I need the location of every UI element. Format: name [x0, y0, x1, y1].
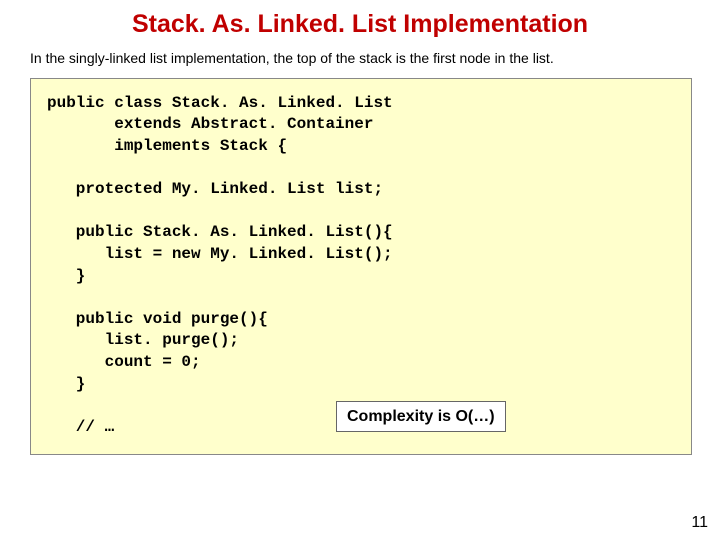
complexity-callout: Complexity is O(…) — [336, 401, 506, 433]
intro-text: In the singly-linked list implementation… — [30, 49, 690, 68]
code-block: public class Stack. As. Linked. List ext… — [30, 78, 692, 456]
code-text: public class Stack. As. Linked. List ext… — [47, 94, 393, 436]
slide-title: Stack. As. Linked. List Implementation — [30, 10, 690, 39]
slide: Stack. As. Linked. List Implementation I… — [0, 0, 720, 540]
page-number: 11 — [691, 514, 708, 532]
